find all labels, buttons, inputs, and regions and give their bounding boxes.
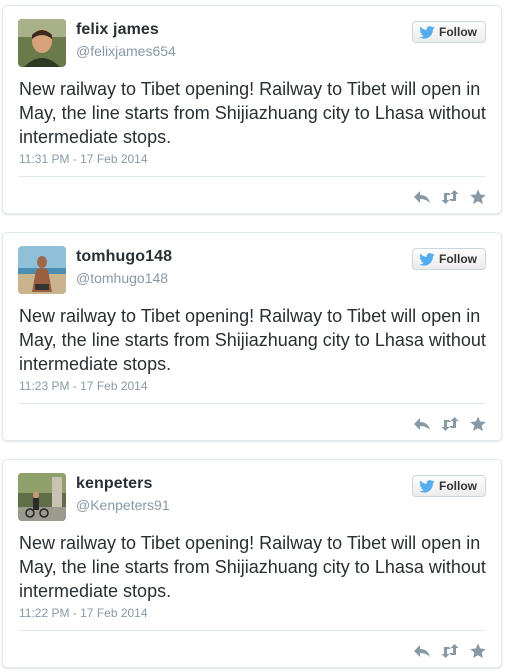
display-name[interactable]: tomhugo148 — [76, 248, 172, 266]
follow-label: Follow — [439, 252, 477, 266]
twitter-bird-icon — [419, 25, 435, 39]
reply-icon[interactable] — [413, 189, 431, 205]
reply-icon[interactable] — [413, 416, 431, 432]
retweet-icon[interactable] — [441, 643, 459, 659]
favorite-icon[interactable] — [469, 643, 487, 659]
tweet-timestamp[interactable]: 11:31 PM - 17 Feb 2014 — [19, 152, 148, 166]
tweet-card: tomhugo148 @tomhugo148 Follow New railwa… — [2, 232, 502, 441]
user-handle[interactable]: @Kenpeters91 — [76, 497, 170, 513]
follow-label: Follow — [439, 25, 477, 39]
tweet-text: New railway to Tibet opening! Railway to… — [19, 79, 486, 147]
display-name[interactable]: kenpeters — [76, 475, 153, 493]
divider — [19, 630, 485, 631]
tweet-actions — [413, 643, 487, 659]
follow-button[interactable]: Follow — [412, 475, 486, 497]
favorite-icon[interactable] — [469, 189, 487, 205]
follow-label: Follow — [439, 479, 477, 493]
avatar[interactable] — [18, 473, 66, 521]
avatar[interactable] — [18, 19, 66, 67]
retweet-icon[interactable] — [441, 189, 459, 205]
avatar-image — [18, 246, 66, 294]
tweet-timestamp[interactable]: 11:22 PM - 17 Feb 2014 — [19, 606, 148, 620]
tweet-card: kenpeters @Kenpeters91 Follow New railwa… — [2, 459, 502, 668]
tweet-text: New railway to Tibet opening! Railway to… — [19, 533, 486, 601]
twitter-bird-icon — [419, 252, 435, 266]
tweet-actions — [413, 189, 487, 205]
avatar[interactable] — [18, 246, 66, 294]
avatar-image — [18, 473, 66, 521]
twitter-bird-icon — [419, 479, 435, 493]
display-name[interactable]: felix james — [76, 21, 159, 39]
tweet-card: felix james @felixjames654 Follow New ra… — [2, 5, 502, 214]
favorite-icon[interactable] — [469, 416, 487, 432]
reply-icon[interactable] — [413, 643, 431, 659]
retweet-icon[interactable] — [441, 416, 459, 432]
divider — [19, 176, 485, 177]
avatar-image — [18, 19, 66, 67]
user-handle[interactable]: @felixjames654 — [76, 43, 176, 59]
tweet-timestamp[interactable]: 11:23 PM - 17 Feb 2014 — [19, 379, 148, 393]
user-handle[interactable]: @tomhugo148 — [76, 270, 168, 286]
tweet-actions — [413, 416, 487, 432]
follow-button[interactable]: Follow — [412, 248, 486, 270]
divider — [19, 403, 485, 404]
tweet-text: New railway to Tibet opening! Railway to… — [19, 306, 486, 374]
follow-button[interactable]: Follow — [412, 21, 486, 43]
